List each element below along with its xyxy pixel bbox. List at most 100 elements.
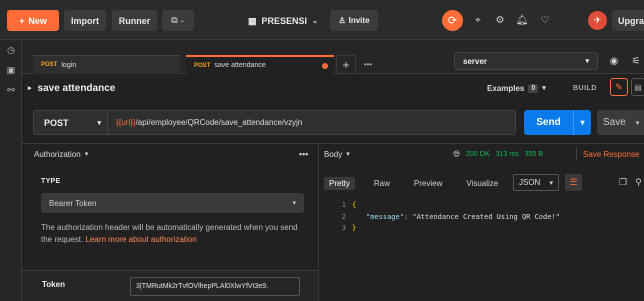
line-number: 3 (341, 224, 346, 232)
learn-more-link[interactable]: Learn more about authorization (85, 235, 196, 244)
settings-gear-icon[interactable]: ⚙ (492, 12, 508, 28)
new-button-label: New (28, 15, 47, 26)
tab-visualize[interactable]: Visualize (461, 177, 503, 190)
save-response-button[interactable]: Save Response (576, 147, 639, 161)
auth-note: The authorization header will be automat… (41, 222, 309, 246)
save-button[interactable]: Save ▾ (597, 110, 644, 135)
left-rail (0, 40, 22, 301)
sliders-icon[interactable]: ⚟ (628, 53, 644, 69)
chevron-down-icon: ▾ (585, 58, 589, 65)
upgrade-button[interactable]: Upgrade (612, 10, 644, 31)
code-line: 1 { (334, 200, 560, 212)
save-label: Save (603, 117, 626, 128)
response-body-code[interactable]: 1 { 2 "message" : "Attendance Created Us… (334, 200, 560, 235)
chevron-down-icon: ▾ (346, 151, 350, 158)
response-size[interactable]: 355 B (525, 151, 543, 158)
unsaved-dot-icon (322, 62, 328, 69)
edit-pencil-icon[interactable]: ✎ (610, 78, 628, 96)
response-view-tabs: Pretty Raw Preview Visualize (324, 175, 503, 191)
user-add-icon: ♙ (338, 16, 346, 25)
send-button[interactable]: Send ▾ (524, 110, 591, 135)
line-number: 2 (341, 212, 346, 221)
sync-icon[interactable]: ⟳ (442, 10, 463, 31)
authorization-label: Authorization (34, 149, 81, 159)
plus-icon: + (19, 15, 25, 26)
tab-login[interactable]: POST login (33, 55, 180, 74)
satellite-icon[interactable]: ⌖ (470, 12, 486, 28)
examples-label: Examples (487, 83, 525, 93)
format-value: JSON (519, 178, 541, 187)
tab-raw[interactable]: Raw (369, 177, 395, 190)
history-icon[interactable]: ◷ (4, 43, 18, 57)
url-bar: POST ▾ {{url}} /api/employee/QRCode/save… (33, 110, 516, 135)
new-button[interactable]: + New (7, 10, 59, 31)
chevron-down-icon: ⌄ (312, 18, 318, 25)
url-input[interactable]: {{url}} /api/employee/QRCode/save_attend… (116, 111, 302, 134)
type-label: TYPE (41, 178, 61, 185)
chevron-down-icon[interactable]: ▾ (573, 110, 591, 135)
divider (22, 143, 644, 144)
chevron-down-icon: ▾ (97, 119, 101, 127)
response-status: 200 OK 313 ms 355 B (466, 147, 543, 161)
examples-dropdown[interactable]: Examples 0 ▾ (487, 80, 546, 96)
new-tab-button[interactable]: + (336, 55, 356, 74)
eye-icon[interactable]: ◉ (606, 53, 622, 69)
tab-pretty[interactable]: Pretty (324, 176, 355, 190)
apis-icon[interactable]: ⚯ (4, 83, 18, 97)
token-input[interactable]: 3|TMRutMk2rTvfOVlhepPLAl0XlwYfVt3e9. (130, 277, 300, 296)
format-select[interactable]: JSON ▾ (513, 174, 559, 191)
authorization-tab[interactable]: Authorization ▾ (34, 147, 88, 161)
token-row: Token 3|TMRutMk2rTvfOVlhepPLAl0XlwYfVt3e… (22, 270, 318, 301)
json-value: "Attendance Created Using QR Code!" (412, 212, 560, 221)
request-title[interactable]: ▸ save attendance (28, 79, 115, 97)
globe-icon[interactable]: 🌐︎ (453, 147, 460, 161)
code-line: 2 "message" : "Attendance Created Using … (334, 212, 560, 224)
copy-icon[interactable]: ❐ (617, 175, 629, 189)
documentation-icon[interactable]: ▤ (631, 78, 644, 96)
body-label: Body (324, 149, 343, 159)
chevron-right-icon: ▸ (28, 85, 32, 92)
open-brace: { (352, 201, 357, 209)
chevron-down-icon: ▾ (635, 119, 640, 127)
chevron-down-icon: ▾ (292, 200, 296, 207)
auth-type-select[interactable]: Bearer Token ▾ (41, 193, 304, 213)
examples-count: 0 (528, 83, 539, 93)
tab-save-attendance[interactable]: POST save attendance (186, 55, 334, 74)
more-tabs-icon[interactable]: ••• (358, 55, 378, 74)
url-path: /api/employee/QRCode/save_attendance/vzy… (135, 118, 303, 127)
code-line: 3 } (334, 223, 560, 235)
build-label[interactable]: BUILD (573, 80, 597, 96)
tab-preview[interactable]: Preview (409, 177, 447, 190)
notification-bell-icon[interactable]: 🔔︎ (514, 12, 530, 28)
chevron-down-icon: ▾ (84, 151, 89, 158)
tab-method: POST (41, 62, 58, 68)
collections-icon[interactable]: ▣ (4, 63, 18, 77)
avatar[interactable]: ✈ (588, 11, 607, 30)
invite-button[interactable]: ♙ Invite (330, 10, 378, 31)
search-icon[interactable]: ⚲ (633, 175, 644, 189)
more-options-icon[interactable]: ••• (299, 147, 308, 161)
environment-selector[interactable]: server ▾ (454, 52, 598, 70)
tab-label: login (61, 61, 77, 69)
runner-button[interactable]: Runner (112, 10, 157, 31)
tab-label: save attendance (214, 62, 266, 69)
close-brace: } (352, 224, 357, 232)
chevron-down-icon: ▾ (542, 85, 546, 92)
token-label: Token (42, 280, 65, 289)
grid-icon: ▦ (248, 15, 257, 26)
send-label: Send (536, 117, 561, 128)
status-code[interactable]: 200 OK (466, 151, 490, 158)
open-new-button[interactable]: ⧉ ⌄ (162, 10, 194, 31)
import-button[interactable]: Import (64, 10, 106, 31)
url-variable: {{url}} (116, 118, 136, 127)
wrap-lines-icon[interactable]: ☰ (565, 174, 582, 191)
response-time[interactable]: 313 ms (496, 151, 519, 158)
method-select[interactable]: POST ▾ (34, 111, 108, 134)
pane-divider[interactable] (318, 143, 319, 301)
response-body-tab[interactable]: Body ▾ (324, 147, 350, 161)
heart-icon[interactable]: ♡ (537, 12, 553, 28)
workspace-selector[interactable]: ▦ PRESENSI ⌄ (248, 12, 318, 30)
auth-type-value: Bearer Token (49, 198, 97, 208)
tab-method: POST (194, 62, 211, 69)
line-number: 1 (341, 201, 346, 209)
